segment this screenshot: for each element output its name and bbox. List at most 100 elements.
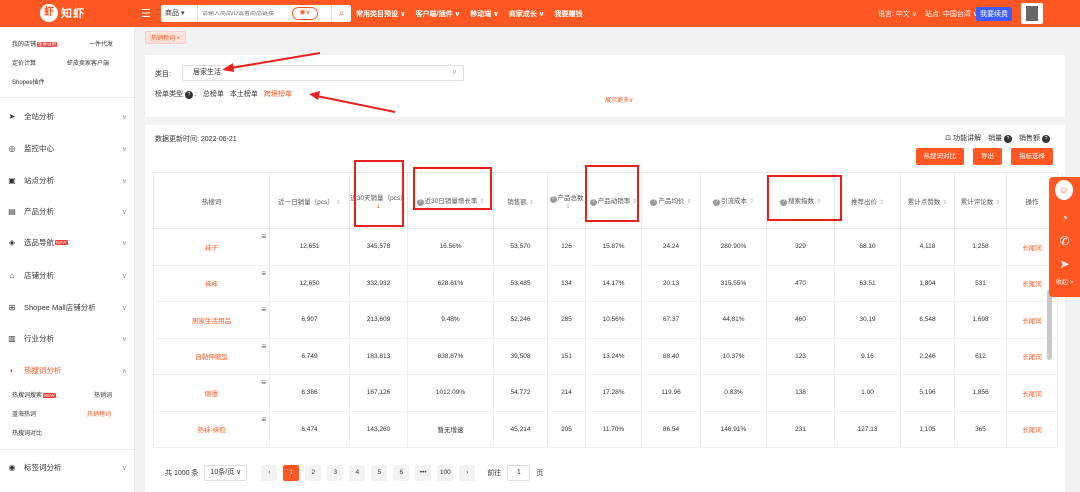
prev-page-button[interactable]: ‹ [261, 465, 278, 481]
sort-icon: ⇕ [564, 203, 571, 210]
nav-client-plugin[interactable]: 客户端/插件 ∨ [416, 9, 461, 19]
sidebar-item-site-analysis[interactable]: ➤ 全站分析 ∨ [7, 111, 129, 122]
sidebar-item-monitor[interactable]: ◎ 监控中心 ∨ [7, 143, 129, 154]
export-button[interactable]: 导出 [973, 148, 1002, 165]
search-icon[interactable]: ⌕ [331, 5, 351, 22]
longtail-link[interactable]: 长尾词 [1006, 374, 1058, 412]
rank-type-total[interactable]: 总榜单 [203, 89, 224, 99]
page-button[interactable]: 6 [393, 465, 410, 481]
robot-assistant-icon[interactable]: ☺ [1053, 178, 1075, 202]
rank-type-crossborder[interactable]: 跨境榜单 [264, 89, 292, 99]
sidebar-item-industry[interactable]: ▥ 行业分析 ∨ [7, 333, 129, 344]
nav-merchant-growth[interactable]: 商家成长 ∨ [509, 9, 545, 19]
sidebar-item-selection-nav[interactable]: ◈ 选品导航 NEW ∨ [7, 237, 129, 248]
col-bid[interactable]: 推荐出价 ⇕ [834, 172, 901, 229]
search-category-select[interactable]: 商品 ▾ [161, 5, 198, 22]
sidebar-item-station[interactable]: ▣ 站点分析 ∨ [7, 175, 129, 186]
page-ellipsis[interactable]: ••• [415, 465, 432, 481]
hot-icon: ◐ [9, 366, 15, 375]
sidebar-item-label: 热搜词分析 [24, 366, 62, 375]
collapse-button[interactable]: 收起 > [1049, 277, 1080, 286]
nav-common-categories[interactable]: 常用类目预设 ∨ [356, 9, 406, 19]
drag-handle-icon[interactable]: ≡ [261, 415, 266, 424]
page-size-select[interactable]: 10条/页 ∨ [204, 465, 248, 481]
search-input[interactable] [198, 10, 290, 17]
col-avg-price[interactable]: ? 产品均价 ⇕ [641, 172, 701, 229]
page-button[interactable]: 3 [327, 465, 344, 481]
col-product-count[interactable]: ? 产品总数⇕ [547, 172, 586, 229]
subitem-hot-search[interactable]: 热搜词搜索 NEW [12, 390, 56, 399]
col-revenue[interactable]: 销售额 ⇕ [493, 172, 548, 229]
telegram-icon[interactable]: ➤ [1049, 257, 1080, 271]
col-sell-through[interactable]: ? 产品动销率 ⇕ [585, 172, 642, 229]
col-day-sales[interactable]: 近一日销量（pcs） ⇕ [269, 172, 350, 229]
active-tab-tag[interactable]: 热销新词 × [145, 31, 187, 44]
subitem-blue-ocean[interactable]: 蓝海热词 [12, 409, 36, 418]
sidebar-item-product[interactable]: ▤ 产品分析 ∨ [7, 206, 129, 217]
subitem-hot-selling[interactable]: 热销词 [94, 390, 112, 399]
quick-link-seller-client[interactable]: 虾皮卖家客户端 [67, 58, 109, 67]
page-button[interactable]: 5 [371, 465, 388, 481]
question-icon[interactable]: ? [184, 91, 193, 99]
keyword-cell[interactable]: 袜子 ≡ [153, 228, 270, 266]
col-traffic-cost[interactable]: ? 引流成本 ⇕ [700, 172, 767, 229]
subitem-compare[interactable]: 热搜词对比 [12, 428, 42, 437]
compare-button[interactable]: 热搜词对比 [915, 148, 964, 165]
image-search-button[interactable]: ◉∨ [292, 7, 318, 20]
col-search-index[interactable]: ? 搜索指数 ⇕ [766, 172, 835, 229]
category-select[interactable]: 居家生活 ∨ [182, 65, 464, 81]
col-comments[interactable]: 累计评论数 ⇕ [954, 172, 1007, 229]
drag-handle-icon[interactable]: ≡ [261, 305, 266, 314]
quick-link-plugin[interactable]: Shopee插件 [12, 77, 45, 86]
quick-link-dropship[interactable]: 一件代发 [89, 39, 113, 48]
sidebar-item-shop[interactable]: ⌂ 店铺分析 ∨ [7, 270, 129, 281]
qq-icon[interactable]: ◔ [1049, 211, 1080, 225]
drag-handle-icon[interactable]: ≡ [261, 269, 266, 278]
drag-handle-icon[interactable]: ≡ [261, 378, 266, 387]
sales-amount-help[interactable]: 销售额 ? [1019, 133, 1050, 143]
page-button[interactable]: 100 [437, 465, 454, 481]
quick-link-my-shop[interactable]: 我的店铺 免费试用 [12, 39, 58, 48]
drag-handle-icon[interactable]: ≡ [261, 232, 266, 241]
sidebar-item-mall[interactable]: ⊞ Shopee Mall店铺分析 ∨ [7, 302, 129, 313]
nav-mobile[interactable]: 移动端 ∨ [470, 9, 499, 19]
metric-select-button[interactable]: 指标选择 [1011, 148, 1053, 165]
col-likes[interactable]: 累计点赞数 ⇕ [900, 172, 955, 229]
keyword-cell[interactable]: 袜袜 ≡ [153, 264, 270, 302]
sidebar-item-hot-keyword[interactable]: ◐ 热搜词分析 ∧ [7, 365, 129, 376]
keyword-cell[interactable]: 眼罩 ≡ [153, 374, 270, 412]
site-icon: ▣ [8, 176, 16, 185]
col-30d-growth[interactable]: ? 近30日销量增长率 ⇕ [407, 172, 494, 229]
menu-icon[interactable]: ☰ [141, 7, 151, 20]
sales-qty-help[interactable]: 销量 ? [988, 133, 1013, 143]
renew-button[interactable]: 我要续费 [976, 7, 1012, 21]
longtail-link[interactable]: 长尾词 [1006, 410, 1058, 448]
language-select[interactable]: 语言: 中文 ∨ [878, 9, 917, 19]
keyword-cell[interactable]: 熟袜·袜包 ≡ [153, 410, 270, 448]
logo[interactable]: 虾 知虾 [40, 4, 85, 22]
show-more-link[interactable]: 展示更多∨ [605, 95, 633, 104]
page-button[interactable]: 1 [283, 465, 300, 481]
nav-earn-money[interactable]: 我要赚钱 [555, 9, 583, 19]
avatar[interactable] [1021, 3, 1043, 24]
drag-handle-icon[interactable]: ≡ [261, 342, 266, 351]
table-scrollbar[interactable] [1047, 290, 1052, 360]
keyword-cell[interactable]: 自黏伸缩型 ≡ [153, 337, 270, 375]
keyword-cell[interactable]: 居家生活用品 ≡ [153, 301, 270, 339]
rank-type-local[interactable]: 本土榜单 [230, 89, 258, 99]
col-30d-sales[interactable]: 近30天销量（pcs） ⇣ [349, 172, 408, 229]
goto-input[interactable]: 1 [507, 465, 531, 481]
subitem-hot-list[interactable]: 热销榜词 [87, 409, 111, 418]
feature-guide-link[interactable]: ⊡ 功能讲解 [945, 133, 981, 143]
page-button[interactable]: 2 [305, 465, 322, 481]
table-cell: 9.48% [407, 301, 494, 339]
sidebar-item-tag-keyword[interactable]: ◉ 标签词分析 ∨ [7, 462, 129, 473]
table-cell: 20.13 [641, 264, 701, 302]
page-button[interactable]: 4 [349, 465, 366, 481]
quick-link-pricing[interactable]: 定价计算 [12, 58, 36, 67]
next-page-button[interactable]: › [459, 465, 476, 481]
site-select[interactable]: 站点: 中国台湾 ∨ [925, 9, 978, 19]
wechat-icon[interactable]: ✆ [1049, 234, 1080, 248]
table-cell: 54,772 [493, 374, 548, 412]
table-cell: 345,578 [349, 228, 408, 266]
